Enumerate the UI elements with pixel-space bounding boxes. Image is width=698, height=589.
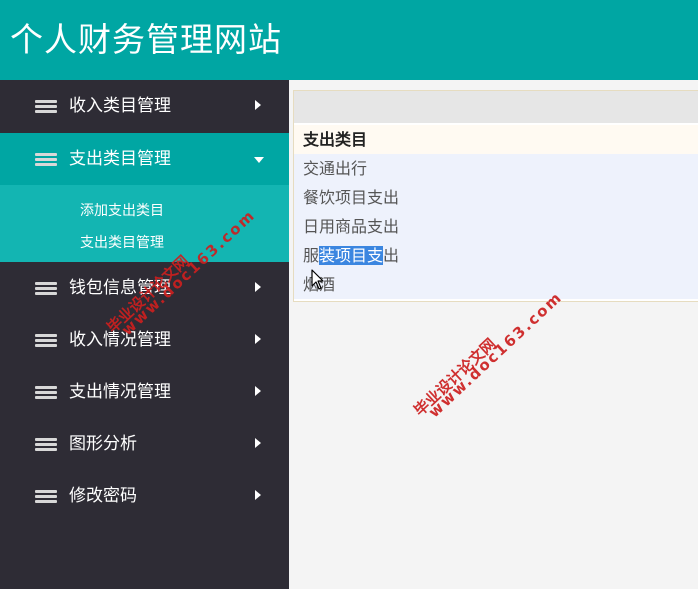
chevron-down-icon: [254, 157, 264, 163]
sidebar-item-label: 收入类目管理: [69, 96, 171, 116]
watermark-url: www.doc163.com: [425, 287, 567, 422]
chevron-right-icon: [255, 100, 261, 110]
frame-toolbar: [294, 91, 698, 123]
text-after-selection: 出: [383, 246, 400, 265]
submenu-item-manage-expense-category[interactable]: 支出类目管理: [80, 232, 164, 252]
stack-icon: [35, 384, 57, 401]
table-row[interactable]: 日用商品支出: [294, 212, 698, 241]
stack-icon: [35, 280, 57, 297]
stack-icon: [35, 332, 57, 349]
text-selection: 装项目支: [319, 246, 384, 265]
table-row[interactable]: 服装项目支出: [294, 241, 698, 270]
table-row[interactable]: 餐饮项目支出: [294, 183, 698, 212]
sidebar-item-income-category[interactable]: 收入类目管理: [0, 80, 289, 132]
stack-icon: [35, 488, 57, 505]
content-frame: 支出类目 交通出行 餐饮项目支出 日用商品支出 服装项目支出 烟酒: [293, 90, 698, 302]
table-row[interactable]: 交通出行: [294, 154, 698, 183]
stack-icon: [35, 151, 57, 168]
mouse-cursor-icon: [311, 269, 324, 290]
submenu-item-add-expense-category[interactable]: 添加支出类目: [80, 200, 164, 220]
site-title: 个人财务管理网站: [10, 20, 282, 59]
watermark-text: 毕业设计论文网: [410, 334, 500, 420]
sidebar-item-expense-records[interactable]: 支出情况管理: [0, 366, 289, 418]
sidebar-item-expense-category[interactable]: 支出类目管理: [0, 133, 289, 185]
sidebar-item-label: 图形分析: [69, 434, 137, 454]
table-row[interactable]: 烟酒: [294, 270, 698, 299]
sidebar-item-chart-analysis[interactable]: 图形分析: [0, 418, 289, 470]
chevron-right-icon: [255, 490, 261, 500]
text-before-selection: 服: [303, 246, 320, 265]
stack-icon: [35, 98, 57, 115]
chevron-right-icon: [255, 386, 261, 396]
chevron-right-icon: [255, 438, 261, 448]
stack-icon: [35, 436, 57, 453]
sidebar-item-label: 支出情况管理: [69, 382, 171, 402]
table-header: 支出类目: [294, 125, 698, 154]
sidebar-item-label: 支出类目管理: [69, 149, 171, 169]
chevron-right-icon: [255, 334, 261, 344]
expense-category-table: 支出类目 交通出行 餐饮项目支出 日用商品支出 服装项目支出 烟酒: [294, 125, 698, 299]
sidebar-item-change-password[interactable]: 修改密码: [0, 470, 289, 522]
sidebar-item-label: 修改密码: [69, 486, 137, 506]
chevron-right-icon: [255, 282, 261, 292]
site-header: 个人财务管理网站: [0, 0, 698, 80]
